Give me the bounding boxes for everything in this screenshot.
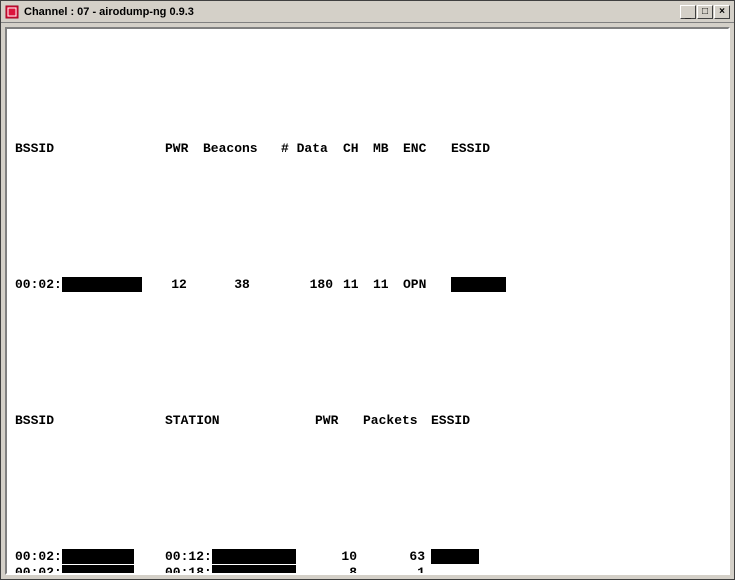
redacted-block bbox=[62, 565, 134, 575]
col-essid: ESSID bbox=[431, 413, 491, 429]
station-rows: 00:02:00:12:106300:02:00:18:8100:02:00:1… bbox=[15, 549, 720, 575]
maximize-icon: □ bbox=[702, 7, 708, 17]
station-row: 00:02:00:12:1063 bbox=[15, 549, 720, 565]
ap-data: 180 bbox=[281, 277, 343, 293]
window-title: Channel : 07 - airodump-ng 0.9.3 bbox=[24, 6, 675, 18]
station-bssid: 00:02: bbox=[15, 549, 165, 565]
app-window: Channel : 07 - airodump-ng 0.9.3 _ □ × B… bbox=[0, 0, 735, 580]
ap-beacons: 38 bbox=[203, 277, 281, 293]
station-essid bbox=[431, 549, 491, 565]
station-row: 00:02:00:18:81 bbox=[15, 565, 720, 575]
ap-enc: OPN bbox=[403, 277, 451, 293]
station-packets: 63 bbox=[363, 549, 431, 565]
station-mac: 00:18: bbox=[165, 565, 315, 575]
ap-bssid: 00:02: bbox=[15, 277, 165, 293]
station-pwr: 10 bbox=[315, 549, 363, 565]
redacted-block bbox=[451, 277, 506, 292]
col-bssid: BSSID bbox=[15, 413, 165, 429]
redacted-block bbox=[62, 277, 142, 292]
col-essid: ESSID bbox=[451, 141, 521, 157]
col-pwr: PWR bbox=[165, 141, 203, 157]
window-controls: _ □ × bbox=[680, 5, 730, 19]
terminal-output: BSSID PWR Beacons # Data CH MB ENC ESSID… bbox=[5, 27, 730, 575]
close-button[interactable]: × bbox=[714, 5, 730, 19]
col-mb: MB bbox=[373, 141, 403, 157]
col-bssid: BSSID bbox=[15, 141, 165, 157]
titlebar: Channel : 07 - airodump-ng 0.9.3 _ □ × bbox=[1, 1, 734, 23]
ap-ch: 11 bbox=[343, 277, 373, 293]
station-pwr: 8 bbox=[315, 565, 363, 575]
close-icon: × bbox=[719, 7, 725, 17]
minimize-icon: _ bbox=[685, 10, 691, 20]
redacted-block bbox=[212, 549, 296, 564]
station-header-row: BSSID STATION PWR Packets ESSID bbox=[15, 413, 720, 429]
redacted-block bbox=[62, 549, 134, 564]
col-packets: Packets bbox=[363, 413, 431, 429]
app-icon bbox=[5, 5, 19, 19]
col-ch: CH bbox=[343, 141, 373, 157]
col-beacons: Beacons bbox=[203, 141, 281, 157]
ap-header-row: BSSID PWR Beacons # Data CH MB ENC ESSID bbox=[15, 141, 720, 157]
redacted-block bbox=[431, 549, 479, 564]
col-pwr: PWR bbox=[315, 413, 363, 429]
ap-mb: 11 bbox=[373, 277, 403, 293]
station-packets: 1 bbox=[363, 565, 431, 575]
minimize-button[interactable]: _ bbox=[680, 5, 696, 19]
ap-pwr: 12 bbox=[165, 277, 203, 293]
ap-row: 00:02: 12 38 180 11 11 OPN bbox=[15, 277, 720, 293]
redacted-block bbox=[212, 565, 296, 575]
station-bssid: 00:02: bbox=[15, 565, 165, 575]
col-enc: ENC bbox=[403, 141, 451, 157]
ap-essid bbox=[451, 277, 521, 293]
col-station: STATION bbox=[165, 413, 315, 429]
station-mac: 00:12: bbox=[165, 549, 315, 565]
col-data: # Data bbox=[281, 141, 343, 157]
maximize-button[interactable]: □ bbox=[697, 5, 713, 19]
